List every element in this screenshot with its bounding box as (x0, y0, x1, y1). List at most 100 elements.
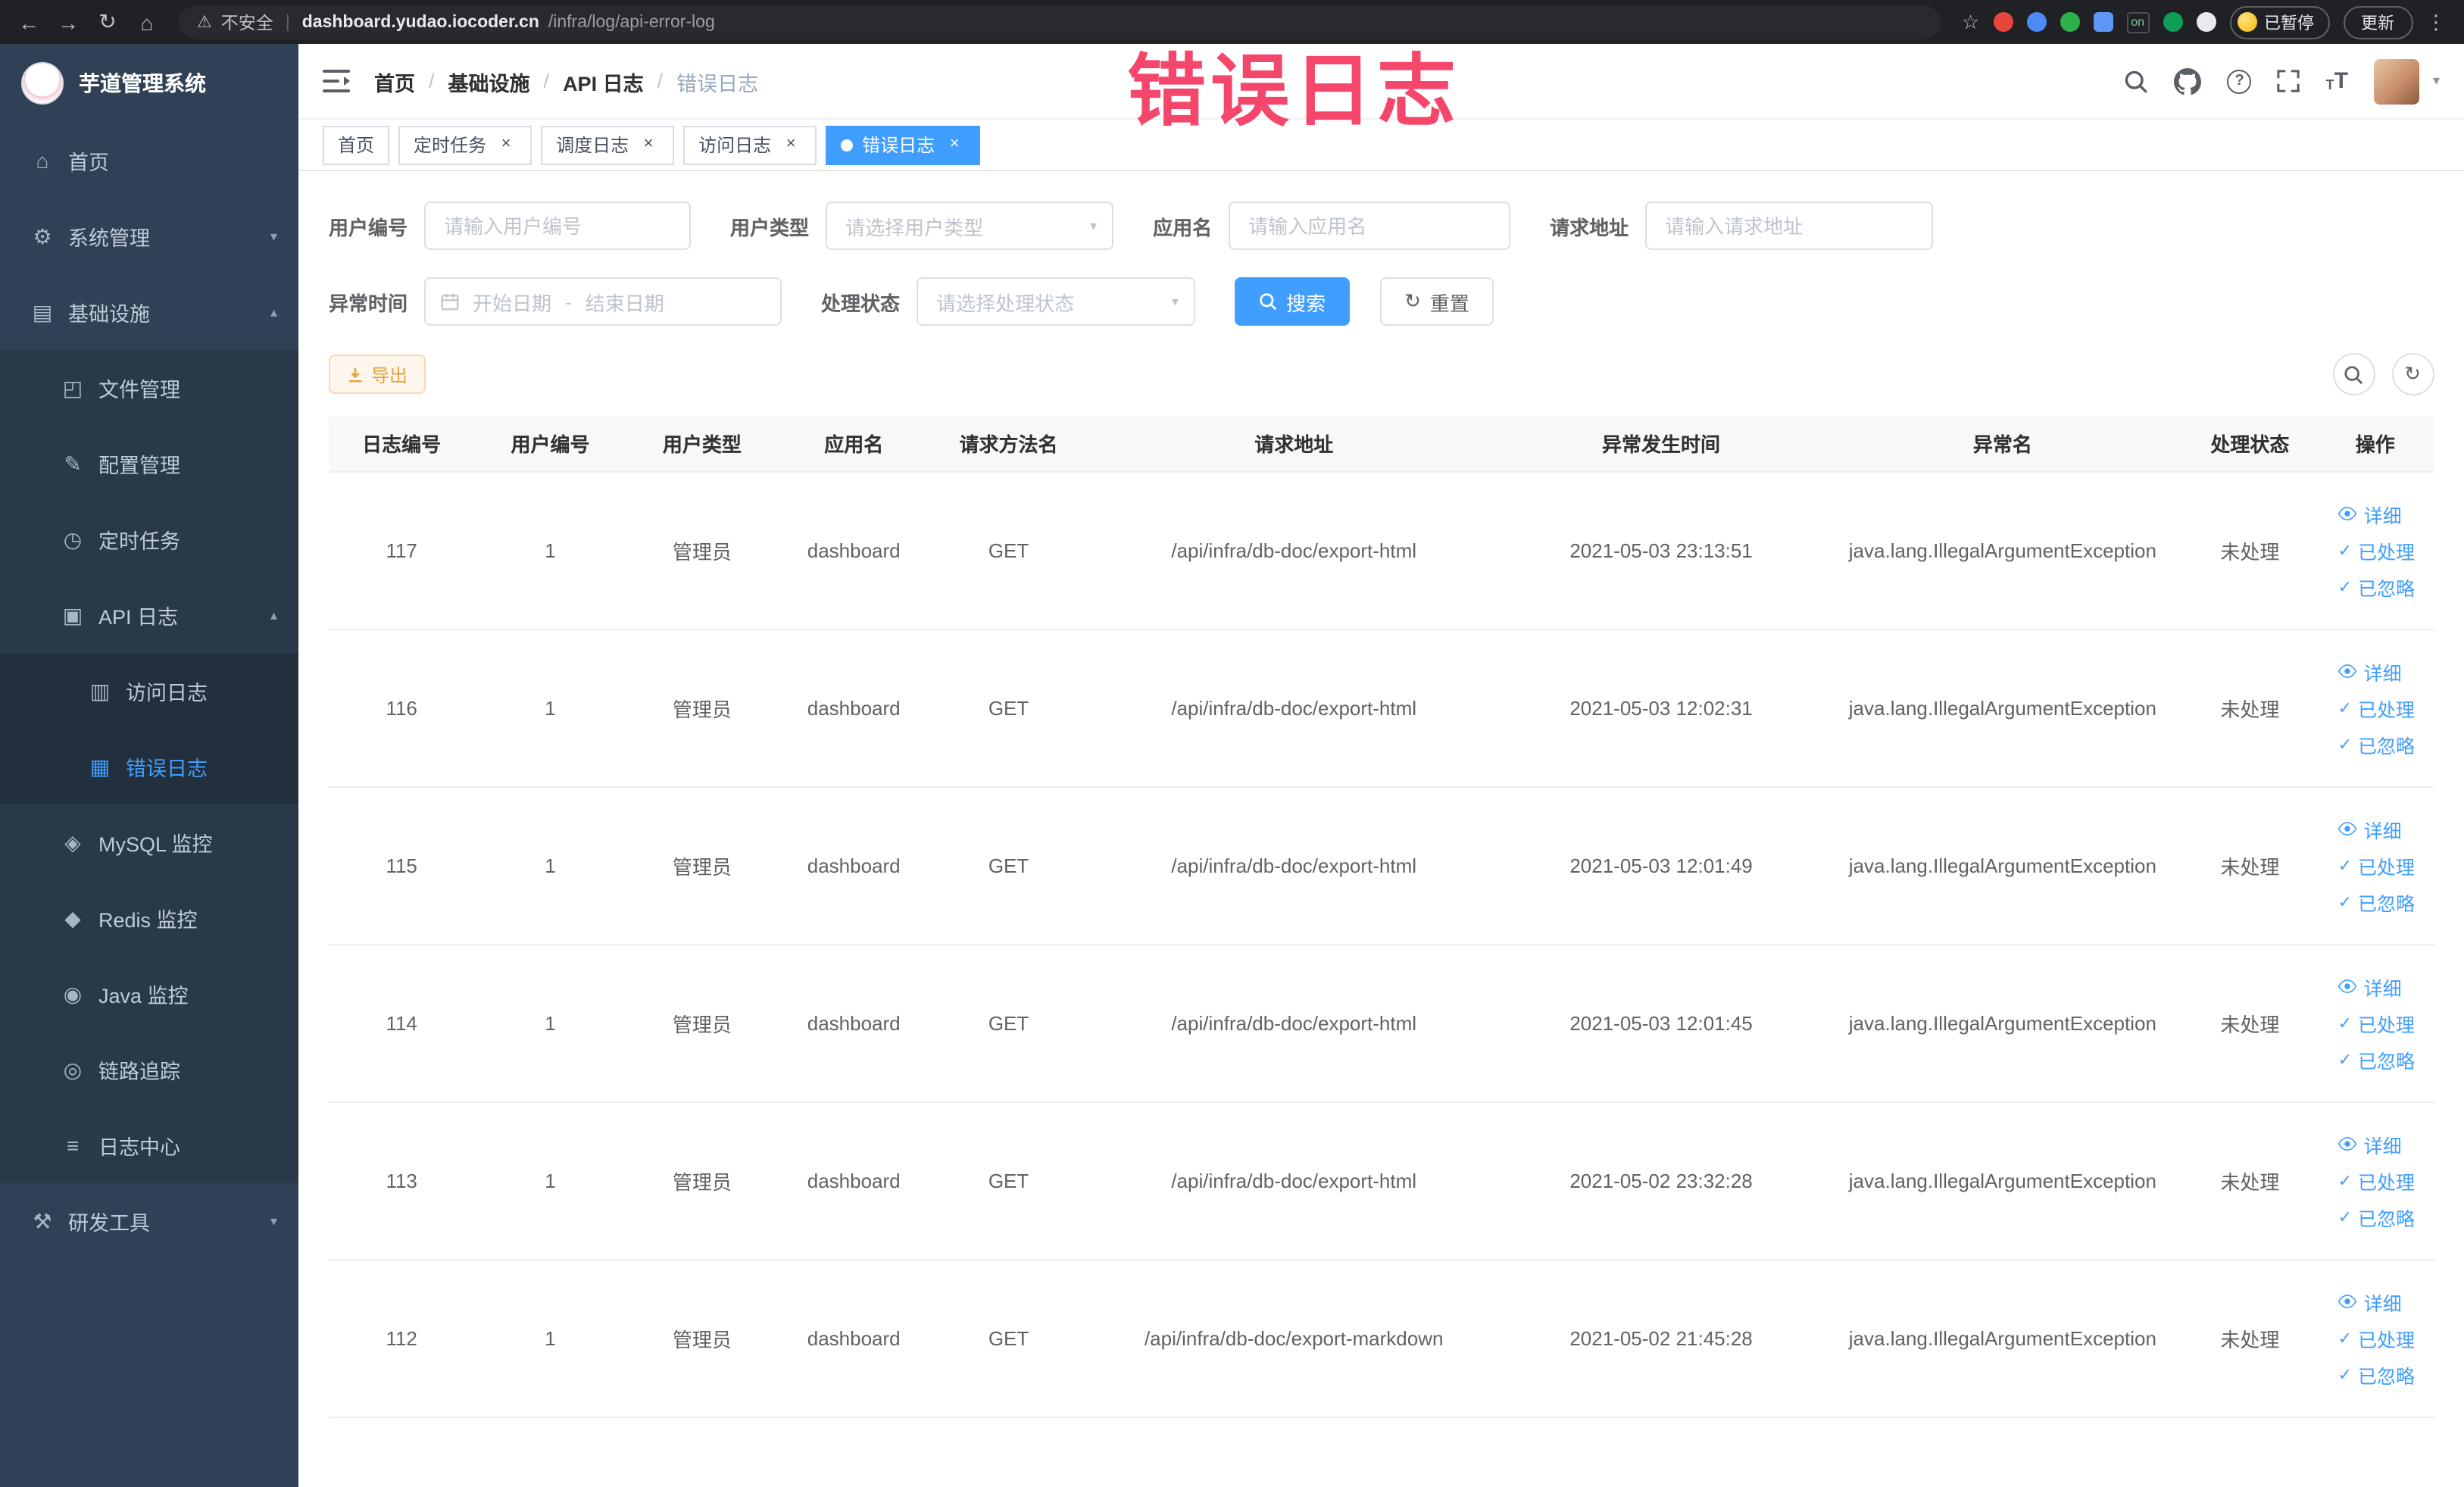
sidebar-item-dev-tools[interactable]: ⚒ 研发工具 ▾ (0, 1183, 298, 1259)
help-icon[interactable]: ? (2227, 69, 2252, 93)
refresh-table-button[interactable]: ↻ (2391, 353, 2434, 395)
reload-icon[interactable]: ↻ (91, 5, 124, 39)
extension-icon-grid[interactable] (2093, 12, 2113, 32)
process-status-label: 处理状态 (821, 292, 901, 314)
processed-link[interactable]: ✓ 已处理 (2338, 536, 2415, 564)
cell-user-id: 1 (474, 786, 626, 945)
extension-icon-green[interactable] (2060, 12, 2080, 32)
close-icon[interactable]: × (944, 134, 965, 155)
browser-menu-icon[interactable]: ⋮ (2426, 10, 2446, 34)
sidebar-item-label: 系统管理 (68, 227, 150, 250)
row-actions: 详细 ✓ 已处理 ✓ 已忽略 (2326, 814, 2425, 916)
check-icon: ✓ (2338, 1208, 2353, 1226)
detail-link[interactable]: 详细 (2338, 972, 2402, 1001)
ignored-link[interactable]: ✓ 已忽略 (2338, 572, 2415, 601)
user-type-select[interactable]: 请选择用户类型 ▾ (826, 201, 1114, 250)
search-button[interactable]: 搜索 (1235, 277, 1351, 326)
processed-link[interactable]: ✓ 已处理 (2338, 851, 2415, 879)
detail-link[interactable]: 详细 (2338, 1287, 2402, 1316)
ignored-link[interactable]: ✓ 已忽略 (2338, 887, 2415, 916)
address-bar[interactable]: ⚠ 不安全 | dashboard.yudao.iocoder.cn /infr… (179, 5, 1941, 39)
hamburger-icon[interactable] (323, 70, 350, 92)
sidebar-item-java-monitor[interactable]: ◉ Java 监控 (0, 956, 298, 1032)
sidebar-item-label: 首页 (68, 152, 109, 174)
font-size-icon[interactable]: TT (2326, 70, 2348, 92)
sidebar-item-mysql-monitor[interactable]: ◈ MySQL 监控 (0, 804, 298, 880)
exception-time-label: 异常时间 (329, 292, 408, 314)
end-date-placeholder: 结束日期 (585, 292, 664, 314)
extension-on-badge[interactable]: on (2126, 11, 2149, 33)
close-icon[interactable]: × (780, 134, 801, 155)
app-name-input[interactable] (1229, 201, 1511, 250)
check-icon: ✓ (2338, 1014, 2353, 1032)
tab-error-logs[interactable]: 错误日志 × (826, 125, 981, 164)
sidebar-logo[interactable]: 芋道管理系统 (0, 44, 298, 123)
fullscreen-icon[interactable] (2277, 70, 2300, 92)
tab-scheduled-tasks[interactable]: 定时任务 × (398, 125, 532, 164)
close-icon[interactable]: × (495, 134, 517, 155)
log-center-icon: ≡ (66, 1133, 80, 1157)
sidebar-item-error-logs[interactable]: ▦ 错误日志 (0, 729, 298, 804)
cell-app: dashboard (778, 471, 930, 629)
tab-access-logs[interactable]: 访问日志 × (683, 125, 817, 164)
detail-link[interactable]: 详细 (2338, 499, 2402, 528)
close-icon[interactable]: × (638, 134, 659, 155)
breadcrumb-infrastructure[interactable]: 基础设施 (448, 66, 530, 96)
forward-icon[interactable]: → (52, 5, 85, 39)
sidebar-item-trace[interactable]: ◎ 链路追踪 (0, 1032, 298, 1107)
browser-home-icon[interactable]: ⌂ (130, 5, 164, 39)
process-status-select[interactable]: 请选择处理状态 ▾ (917, 277, 1196, 326)
github-icon[interactable] (2174, 67, 2202, 95)
ignored-link[interactable]: ✓ 已忽略 (2338, 729, 2415, 758)
user-avatar[interactable] (2373, 58, 2419, 104)
processed-link[interactable]: ✓ 已处理 (2338, 1323, 2415, 1352)
ignored-link[interactable]: ✓ 已忽略 (2338, 1202, 2415, 1231)
ignored-link[interactable]: ✓ 已忽略 (2338, 1360, 2415, 1389)
sidebar-item-redis-monitor[interactable]: ◆ Redis 监控 (0, 880, 298, 956)
export-button[interactable]: 导出 (329, 355, 426, 394)
tab-home[interactable]: 首页 (323, 125, 390, 164)
avatar-caret-icon[interactable]: ▾ (2433, 73, 2440, 89)
extension-icon-paw[interactable] (2196, 12, 2216, 32)
bookmark-star-icon[interactable]: ☆ (1962, 10, 1979, 34)
extension-icon-blue[interactable] (2026, 12, 2047, 32)
sidebar-item-log-center[interactable]: ≡ 日志中心 (0, 1107, 298, 1183)
user-id-input[interactable] (424, 201, 692, 250)
cell-time: 2021-05-02 23:32:28 (1500, 1101, 1822, 1260)
sidebar-item-api-logs[interactable]: ▣ API 日志 ▴ (0, 577, 298, 653)
cell-exception: java.lang.IllegalArgumentException (1822, 944, 2184, 1102)
tab-schedule-logs[interactable]: 调度日志 × (541, 125, 675, 164)
url-path: /infra/log/api-error-log (548, 13, 715, 31)
toggle-search-button[interactable] (2332, 353, 2375, 395)
reset-button[interactable]: ↻ 重置 (1380, 277, 1494, 326)
processed-link[interactable]: ✓ 已处理 (2338, 1166, 2415, 1195)
extension-icon-red[interactable] (1993, 12, 2013, 32)
breadcrumb-separator: / (429, 70, 435, 92)
breadcrumb-home[interactable]: 首页 (374, 66, 415, 96)
sidebar-item-system-management[interactable]: ⚙ 系统管理 ▾ (0, 198, 298, 274)
sidebar-item-file-management[interactable]: ◰ 文件管理 (0, 350, 298, 426)
sidebar-item-config-management[interactable]: ✎ 配置管理 (0, 426, 298, 501)
detail-link[interactable]: 详细 (2338, 1129, 2402, 1158)
processed-link[interactable]: ✓ 已处理 (2338, 693, 2415, 722)
detail-link[interactable]: 详细 (2338, 814, 2402, 843)
update-button[interactable]: 更新 (2343, 5, 2412, 39)
processed-link[interactable]: ✓ 已处理 (2338, 1008, 2415, 1037)
breadcrumb-api-logs[interactable]: API 日志 (563, 66, 644, 96)
extension-icon-leaf[interactable] (2163, 12, 2182, 32)
sidebar-item-label: MySQL 监控 (98, 833, 213, 856)
cell-user-type: 管理员 (626, 944, 779, 1102)
request-url-input[interactable] (1645, 201, 1934, 250)
back-icon[interactable]: ← (12, 5, 45, 39)
sidebar-item-scheduled-tasks[interactable]: ◷ 定时任务 (0, 501, 298, 577)
date-range-picker[interactable]: 开始日期 - 结束日期 (424, 277, 782, 326)
paused-chip[interactable]: 已暂停 (2229, 5, 2329, 39)
eye-icon (2338, 1295, 2357, 1308)
sidebar-item-access-logs[interactable]: ▥ 访问日志 (0, 653, 298, 729)
sidebar-item-home[interactable]: ⌂ 首页 (0, 123, 298, 198)
cell-user-type: 管理员 (626, 786, 779, 945)
search-icon[interactable] (2125, 69, 2149, 93)
detail-link[interactable]: 详细 (2338, 657, 2402, 686)
ignored-link[interactable]: ✓ 已忽略 (2338, 1045, 2415, 1073)
sidebar-item-infrastructure[interactable]: ▤ 基础设施 ▴ (0, 274, 298, 350)
